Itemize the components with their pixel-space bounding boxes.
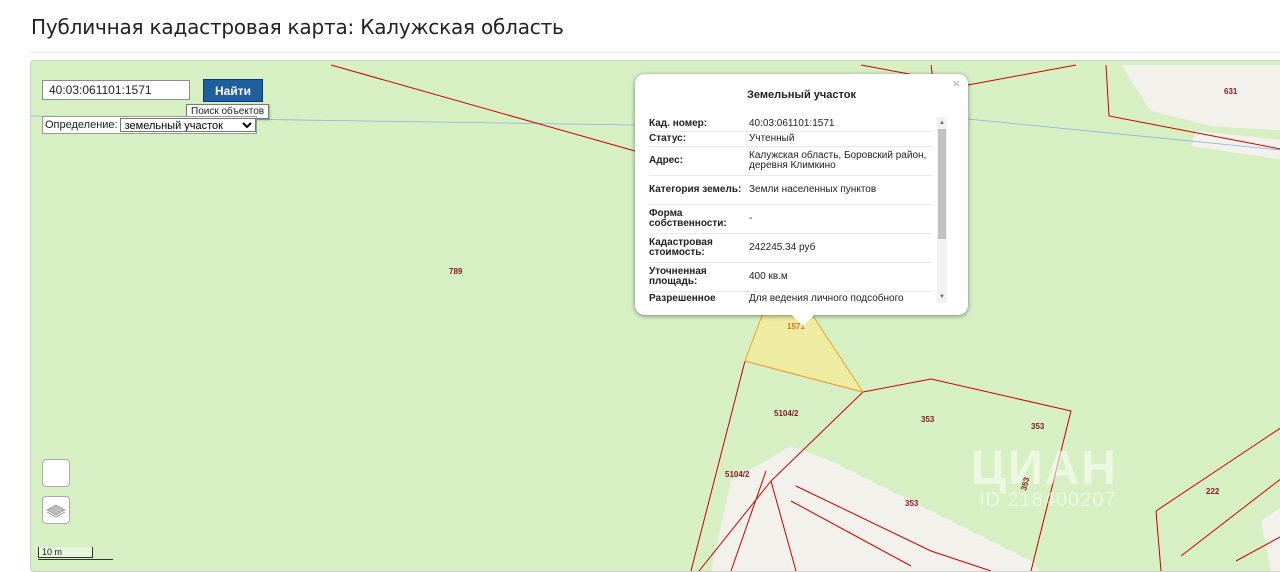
- parcel-label-5104-2: 5104/2: [725, 470, 750, 479]
- watermark-id: ID 218400207: [979, 489, 1117, 511]
- map-tool-button[interactable]: [42, 459, 70, 487]
- popup-row-label: Статус:: [649, 133, 687, 144]
- cadastral-map[interactable]: 789 631 1571 5104/2 5104/2 353 353 353 3…: [30, 60, 1280, 572]
- popup-row-value: Для ведения личного подсобного: [749, 293, 904, 304]
- cadastral-search-input[interactable]: [42, 80, 190, 100]
- parcel-label-5104-2: 5104/2: [774, 409, 799, 418]
- popup-row-value: -: [749, 213, 753, 224]
- scroll-down-icon[interactable]: ▼: [939, 294, 945, 300]
- popup-row-label: Форма собственности:: [649, 208, 727, 229]
- scrollbar-thumb[interactable]: [938, 129, 946, 239]
- popup-row: Статус: Учтенный: [649, 132, 932, 147]
- definition-select[interactable]: земельный участок: [119, 118, 256, 132]
- popup-row-label: Кад. номер:: [649, 118, 708, 129]
- parcel-label-353: 353: [905, 499, 919, 508]
- title-divider: [30, 52, 1280, 53]
- definition-row: Определение: земельный участок: [42, 116, 257, 134]
- layers-icon: [46, 504, 66, 518]
- popup-row: Форма собственности: -: [649, 205, 932, 234]
- popup-row-value: Калужская область, Боровский район, дере…: [749, 150, 927, 171]
- popup-attributes: Кад. номер: 40:03:061101:1571 Статус: Учте…: [649, 117, 932, 303]
- popup-row: Кад. номер: 40:03:061101:1571: [649, 117, 932, 132]
- popup-scrollbar[interactable]: ▲ ▼: [937, 117, 947, 303]
- popup-row-value: Учтенный: [749, 133, 795, 144]
- popup-row-value: 400 кв.м: [749, 271, 788, 282]
- page-title: Публичная кадастровая карта: Калужская о…: [31, 15, 564, 39]
- popup-row-label: Разрешенное: [649, 293, 716, 304]
- popup-row: Кадастровая стоимость: 242245.34 руб: [649, 234, 932, 263]
- popup-pointer: [792, 315, 814, 326]
- scroll-up-icon[interactable]: ▲: [939, 120, 945, 126]
- definition-label: Определение:: [45, 119, 118, 131]
- road-area: [1121, 65, 1280, 131]
- popup-row-label: Кадастровая стоимость:: [649, 237, 713, 258]
- popup-row: Уточненная площадь: 400 кв.м: [649, 263, 932, 292]
- parcel-label-789: 789: [449, 267, 463, 276]
- popup-row-value: 242245.34 руб: [749, 242, 816, 253]
- parcel-label-631: 631: [1224, 87, 1238, 96]
- parcel-info-popup: × Земельный участок Кад. номер: 40:03:061…: [635, 74, 968, 326]
- popup-row-label: Категория земель:: [649, 184, 742, 195]
- popup-row-label: Уточненная площадь:: [649, 266, 707, 287]
- parcel-label-353: 353: [921, 415, 935, 424]
- scale-label: 10 m: [42, 547, 63, 557]
- scale-bar-secondary: [38, 559, 113, 560]
- popup-row-value: 40:03:061101:1571: [749, 118, 835, 129]
- find-button[interactable]: Найти: [203, 79, 263, 102]
- scale-bar: 10 m: [38, 547, 93, 558]
- popup-row-label: Адрес:: [649, 155, 683, 166]
- watermark-brand: ЦИАН: [971, 442, 1118, 495]
- popup-row: Разрешенное Для ведения личного подсобног…: [649, 292, 932, 304]
- layers-button[interactable]: [42, 496, 70, 524]
- parcel-label-353: 353: [1031, 422, 1045, 431]
- popup-row-value: Земли населенных пунктов: [749, 184, 877, 195]
- popup-row: Адрес: Калужская область, Боровский район…: [649, 147, 932, 176]
- popup-title: Земельный участок: [747, 89, 856, 101]
- popup-row: Категория земель: Земли населенных пункто…: [649, 176, 932, 205]
- parcel-label-222: 222: [1206, 487, 1220, 496]
